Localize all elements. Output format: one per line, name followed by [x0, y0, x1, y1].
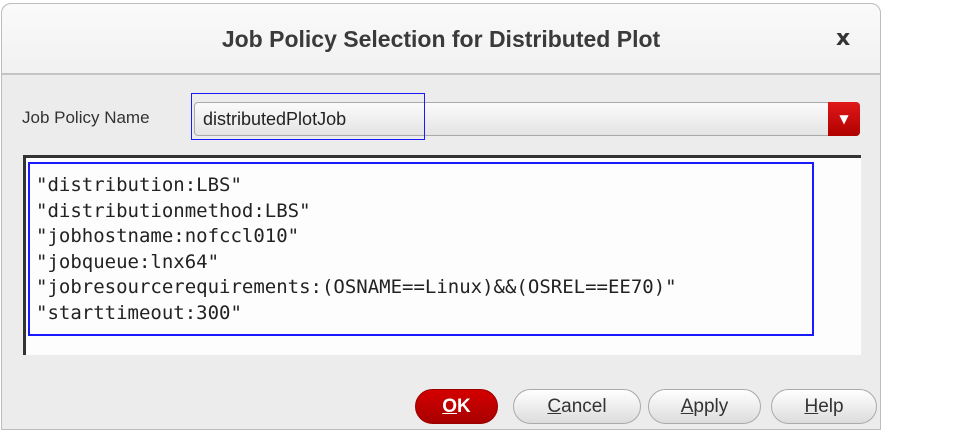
cancel-button[interactable]: Cancel [513, 389, 641, 424]
help-button[interactable]: Help [771, 389, 877, 424]
job-policy-name-label: Job Policy Name [22, 108, 150, 127]
help-label: elp [818, 396, 844, 417]
close-icon[interactable]: x [836, 26, 850, 51]
property-line: "jobresourcerequirements:(OSNAME==Linux)… [36, 276, 677, 298]
apply-button[interactable]: Apply [648, 389, 761, 424]
apply-mnemonic: A [680, 396, 694, 417]
property-line: "jobhostname:nofccl010" [36, 225, 300, 247]
property-line: "jobqueue:lnx64" [36, 250, 220, 273]
help-mnemonic: H [804, 396, 819, 417]
cancel-label: ancel [561, 396, 607, 417]
ok-label: K [457, 396, 471, 417]
properties-list: "distribution:LBS" "distributionmethod:LB… [36, 173, 677, 326]
property-line: "distributionmethod:LBS" [36, 199, 311, 222]
title-bar: Job Policy Selection for Distributed Plo… [2, 4, 880, 75]
highlight-box-policy [191, 93, 425, 140]
apply-label: pply [693, 396, 729, 417]
chevron-down-icon[interactable]: ▼ [828, 102, 860, 136]
cancel-mnemonic: C [547, 396, 562, 417]
ok-mnemonic: O [442, 396, 458, 417]
property-line: "starttimeout:300" [36, 301, 242, 324]
ok-button[interactable]: OK [415, 389, 498, 424]
dialog-title: Job Policy Selection for Distributed Plo… [221, 26, 661, 52]
property-line: "distribution:LBS" [36, 174, 242, 196]
